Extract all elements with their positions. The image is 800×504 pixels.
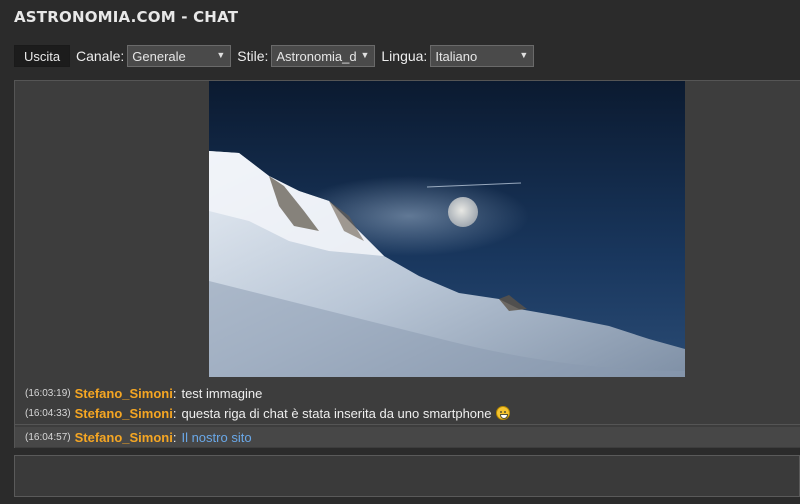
style-select[interactable]: Astronomia_d ▼ (271, 45, 376, 67)
language-select[interactable]: Italiano ▼ (430, 45, 535, 67)
message-username[interactable]: Stefano_Simoni (75, 430, 173, 445)
chevron-down-icon: ▼ (216, 50, 226, 60)
chat-input[interactable] (14, 455, 800, 497)
page-title: ASTRONOMIA.COM - CHAT (14, 8, 239, 26)
message-text: test immagine (181, 385, 263, 401)
chat-message: (16:03:19) Stefano_Simoni : test immagin… (15, 383, 800, 403)
chat-message: (16:04:57) Stefano_Simoni : Il nostro si… (15, 427, 800, 447)
message-time: (16:04:57) (25, 431, 71, 443)
chat-image[interactable] (209, 81, 685, 377)
message-username[interactable]: Stefano_Simoni (75, 386, 173, 401)
channel-select[interactable]: Generale ▼ (127, 45, 232, 67)
message-time: (16:04:33) (25, 407, 71, 419)
message-time: (16:03:19) (25, 387, 71, 399)
language-label: Lingua: (381, 48, 428, 64)
chevron-down-icon: ▼ (519, 50, 529, 60)
message-username[interactable]: Stefano_Simoni (75, 406, 173, 421)
message-divider (15, 424, 800, 425)
website-link[interactable]: Il nostro sito (181, 430, 251, 445)
chevron-down-icon: ▼ (360, 50, 370, 60)
channel-label: Canale: (76, 48, 125, 64)
exit-button[interactable]: Uscita (14, 45, 70, 67)
message-separator: : (172, 429, 177, 445)
style-select-value: Astronomia_d (276, 48, 357, 64)
message-text: questa riga di chat è stata inserita da … (181, 405, 492, 421)
language-select-value: Italiano (435, 48, 478, 64)
moon-over-snowy-mountain-image (209, 81, 685, 377)
message-separator: : (172, 385, 177, 401)
channel-select-value: Generale (132, 48, 186, 64)
chat-log[interactable]: (16:03:19) Stefano_Simoni : test immagin… (14, 80, 800, 448)
grinning-face-icon (495, 406, 510, 420)
chat-message: (16:04:33) Stefano_Simoni : questa riga … (15, 403, 800, 423)
message-separator: : (172, 405, 177, 421)
toolbar: Uscita Canale: Generale ▼ Stile: Astrono… (14, 45, 535, 67)
style-label: Stile: (237, 48, 269, 64)
